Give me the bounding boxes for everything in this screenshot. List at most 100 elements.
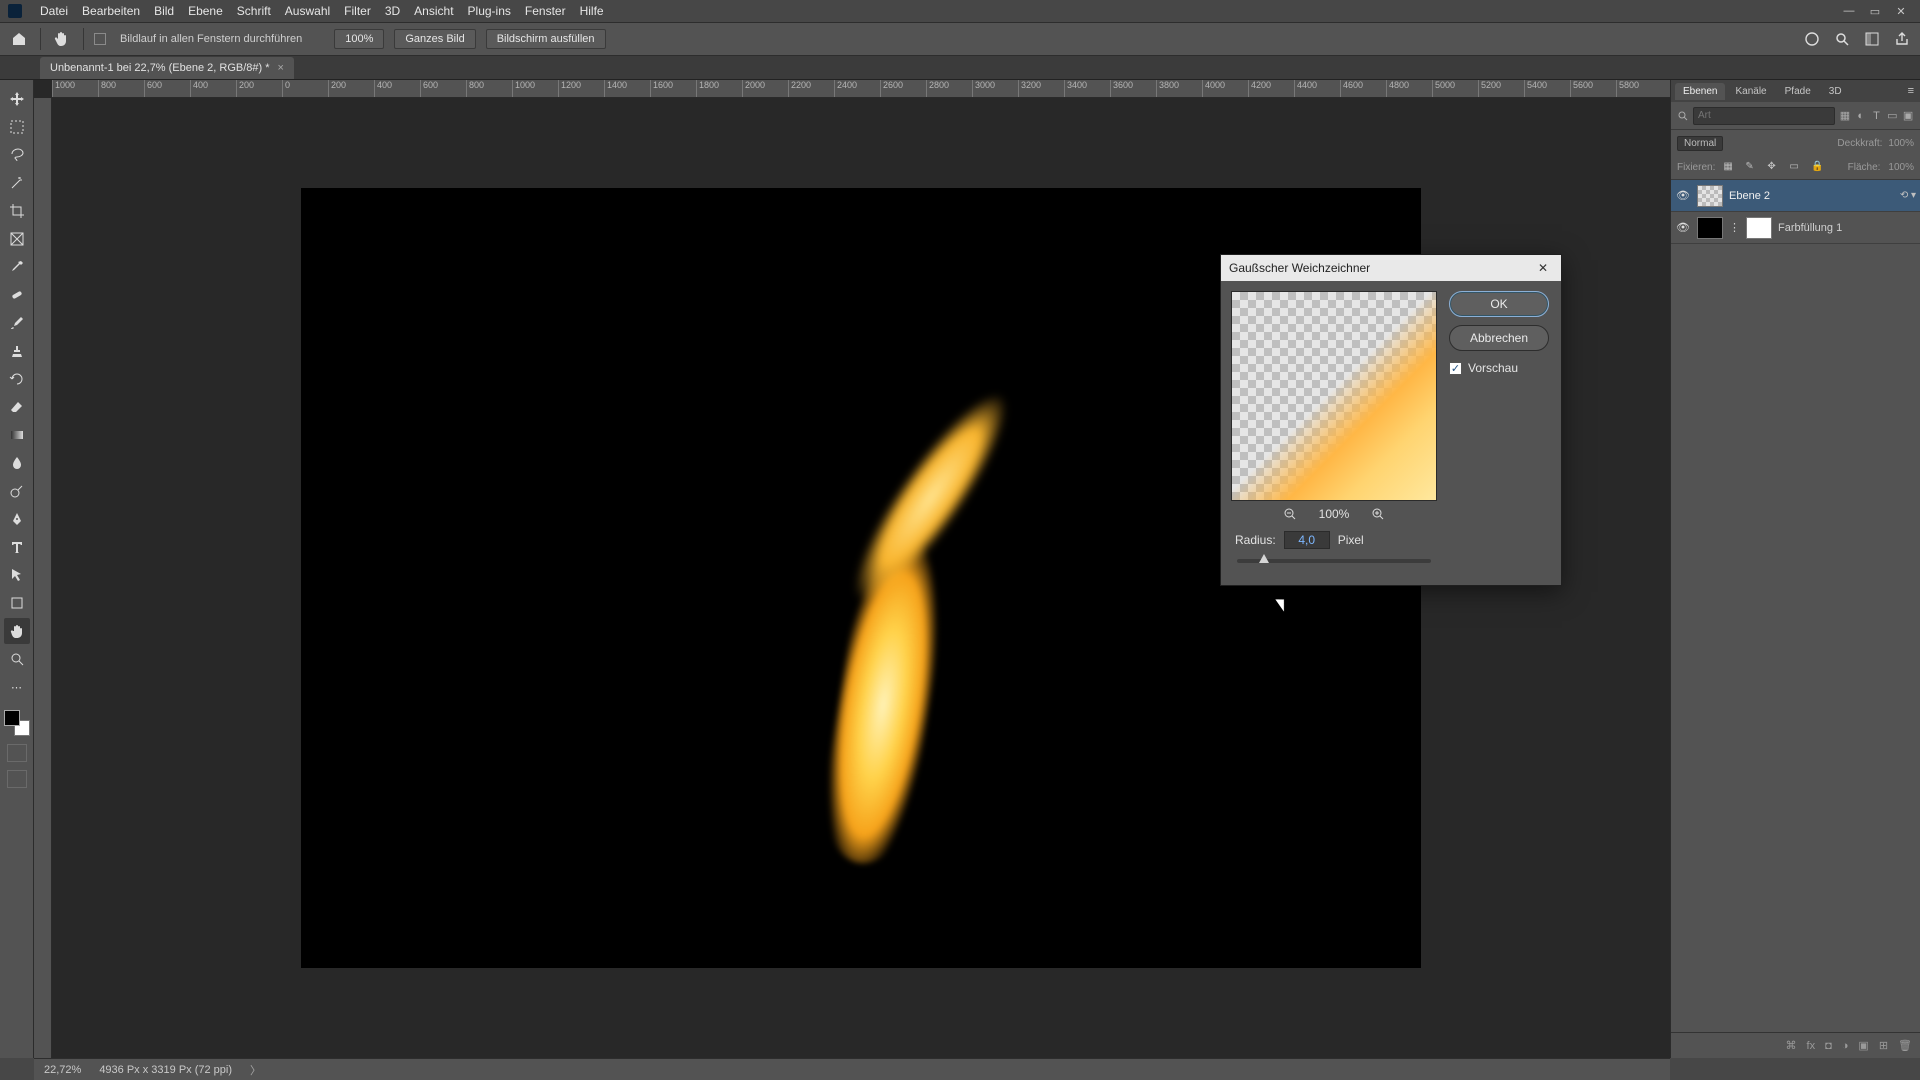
lock-transparency-icon[interactable]: ▦	[1723, 161, 1737, 175]
brush-tool-icon[interactable]	[4, 310, 30, 336]
lock-position-icon[interactable]: ✥	[1767, 161, 1781, 175]
marquee-tool-icon[interactable]	[4, 114, 30, 140]
menu-3d[interactable]: 3D	[385, 4, 400, 18]
share-icon[interactable]	[1892, 29, 1912, 49]
preview-zoom-out-icon[interactable]	[1281, 505, 1299, 523]
screen-mode-icon[interactable]	[7, 770, 27, 788]
menu-fenster[interactable]: Fenster	[525, 4, 566, 18]
menu-ansicht[interactable]: Ansicht	[414, 4, 453, 18]
edit-toolbar-icon[interactable]: ⋯	[4, 674, 30, 700]
lock-all-icon[interactable]: 🔒	[1811, 161, 1825, 175]
layer-thumbnail[interactable]	[1697, 217, 1723, 239]
lock-pixels-icon[interactable]: ✎	[1745, 161, 1759, 175]
hand-tool-icon-2[interactable]	[4, 618, 30, 644]
spot-healing-tool-icon[interactable]	[4, 282, 30, 308]
gradient-tool-icon[interactable]	[4, 422, 30, 448]
filter-adjust-icon[interactable]: ◐	[1855, 108, 1867, 124]
window-restore-icon[interactable]: ▭	[1864, 4, 1886, 18]
history-brush-tool-icon[interactable]	[4, 366, 30, 392]
lasso-tool-icon[interactable]	[4, 142, 30, 168]
layer-thumbnail[interactable]	[1697, 185, 1723, 207]
layer-link-icon[interactable]: ⟲ ▾	[1900, 190, 1916, 201]
menu-schrift[interactable]: Schrift	[237, 4, 271, 18]
zoom-100-button[interactable]: 100%	[334, 29, 384, 49]
tab-ebenen[interactable]: Ebenen	[1675, 83, 1725, 100]
cancel-button[interactable]: Abbrechen	[1449, 325, 1549, 351]
ok-button[interactable]: OK	[1449, 291, 1549, 317]
menu-auswahl[interactable]: Auswahl	[285, 4, 330, 18]
panel-menu-icon[interactable]: ≡	[1902, 85, 1920, 97]
layer-filter-search-icon[interactable]	[1677, 108, 1689, 124]
filter-pixel-icon[interactable]: ▦	[1839, 108, 1851, 124]
menu-datei[interactable]: Datei	[40, 4, 68, 18]
hand-tool-icon[interactable]	[51, 28, 73, 50]
search-icon[interactable]	[1832, 29, 1852, 49]
window-minimize-icon[interactable]: —	[1838, 4, 1860, 18]
magic-wand-tool-icon[interactable]	[4, 170, 30, 196]
eyedropper-tool-icon[interactable]	[4, 254, 30, 280]
adjustment-layer-icon[interactable]: ◑	[1842, 1040, 1849, 1052]
link-layers-icon[interactable]: ⌘	[1786, 1039, 1797, 1052]
preview-zoom-in-icon[interactable]	[1369, 505, 1387, 523]
layer-visibility-icon[interactable]: 👁	[1675, 189, 1691, 202]
status-zoom[interactable]: 22,72%	[44, 1064, 81, 1076]
clone-stamp-tool-icon[interactable]	[4, 338, 30, 364]
status-info-chevron-icon[interactable]: 〉	[250, 1062, 261, 1078]
layer-filter-input[interactable]	[1693, 107, 1835, 125]
tab-3d[interactable]: 3D	[1821, 83, 1850, 100]
status-doc-info[interactable]: 4936 Px x 3319 Px (72 ppi)	[99, 1064, 232, 1076]
blend-mode-select[interactable]: Normal	[1677, 136, 1723, 151]
group-icon[interactable]: ▣	[1858, 1039, 1868, 1052]
menu-hilfe[interactable]: Hilfe	[580, 4, 604, 18]
tab-kanaele[interactable]: Kanäle	[1727, 83, 1774, 100]
delete-layer-icon[interactable]: 🗑	[1898, 1039, 1912, 1052]
move-tool-icon[interactable]	[4, 86, 30, 112]
home-icon[interactable]	[8, 28, 30, 50]
menu-filter[interactable]: Filter	[344, 4, 371, 18]
filter-type-icon[interactable]: T	[1871, 108, 1883, 124]
shape-tool-icon[interactable]	[4, 590, 30, 616]
fill-screen-button[interactable]: Bildschirm ausfüllen	[486, 29, 606, 49]
opacity-value[interactable]: 100%	[1888, 138, 1914, 149]
menu-ebene[interactable]: Ebene	[188, 4, 223, 18]
crop-tool-icon[interactable]	[4, 198, 30, 224]
menu-bild[interactable]: Bild	[154, 4, 174, 18]
layer-row[interactable]: 👁 Ebene 2 ⟲ ▾	[1671, 180, 1920, 212]
tab-pfade[interactable]: Pfade	[1777, 83, 1819, 100]
new-layer-icon[interactable]: ⊞	[1879, 1039, 1888, 1052]
menu-bearbeiten[interactable]: Bearbeiten	[82, 4, 140, 18]
radius-slider[interactable]	[1237, 559, 1431, 563]
workspace-switcher-icon[interactable]	[1862, 29, 1882, 49]
dialog-titlebar[interactable]: Gaußscher Weichzeichner ✕	[1221, 255, 1561, 281]
ruler-horizontal[interactable]: 1000800600400200020040060080010001200140…	[52, 80, 1670, 98]
dialog-close-icon[interactable]: ✕	[1533, 259, 1553, 277]
layer-visibility-icon[interactable]: 👁	[1675, 221, 1691, 234]
blur-tool-icon[interactable]	[4, 450, 30, 476]
type-tool-icon[interactable]	[4, 534, 30, 560]
document-tab[interactable]: Unbenannt-1 bei 22,7% (Ebene 2, RGB/8#) …	[40, 57, 294, 79]
layer-name[interactable]: Farbfüllung 1	[1778, 222, 1842, 234]
pen-tool-icon[interactable]	[4, 506, 30, 532]
filter-smart-icon[interactable]: ▣	[1902, 108, 1914, 124]
preview-checkbox[interactable]: ✓	[1449, 362, 1462, 375]
frame-tool-icon[interactable]	[4, 226, 30, 252]
layer-mask-thumbnail[interactable]	[1746, 217, 1772, 239]
lock-artboard-icon[interactable]: ▭	[1789, 161, 1803, 175]
document-tab-close-icon[interactable]: ×	[278, 62, 284, 74]
filter-shape-icon[interactable]: ▭	[1886, 108, 1898, 124]
layer-name[interactable]: Ebene 2	[1729, 190, 1770, 202]
scroll-all-windows-checkbox[interactable]	[94, 33, 106, 45]
radius-slider-handle[interactable]	[1259, 554, 1269, 563]
window-close-icon[interactable]: ✕	[1890, 4, 1912, 18]
foreground-color-swatch[interactable]	[4, 710, 20, 726]
layer-row[interactable]: 👁 ⋮ Farbfüllung 1	[1671, 212, 1920, 244]
menu-plugins[interactable]: Plug-ins	[468, 4, 511, 18]
color-swatches[interactable]	[4, 710, 30, 736]
dialog-preview[interactable]	[1231, 291, 1437, 501]
eraser-tool-icon[interactable]	[4, 394, 30, 420]
dodge-tool-icon[interactable]	[4, 478, 30, 504]
fill-value[interactable]: 100%	[1888, 162, 1914, 173]
radius-input[interactable]	[1284, 531, 1330, 549]
fit-image-button[interactable]: Ganzes Bild	[394, 29, 475, 49]
path-selection-tool-icon[interactable]	[4, 562, 30, 588]
